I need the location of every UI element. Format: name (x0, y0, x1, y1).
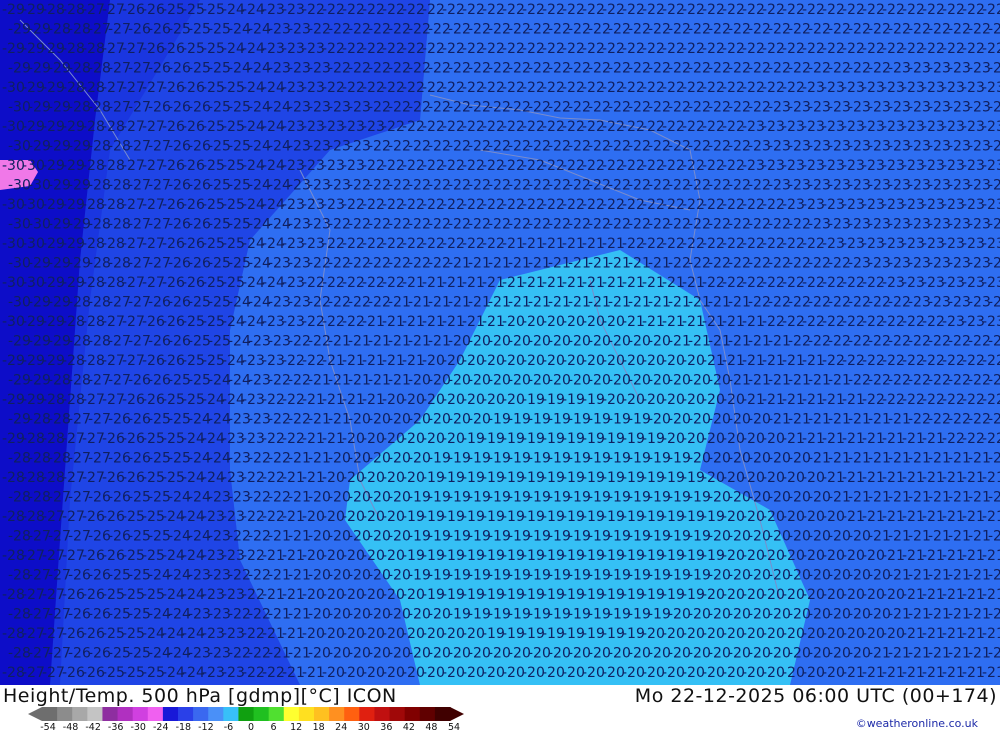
colorbar-tick-label: 48 (425, 722, 438, 733)
contour-label: -22 (988, 22, 1000, 38)
colorbar-tick-label: 12 (290, 722, 303, 733)
contour-label: -21 (982, 548, 1000, 564)
colorbar-tick-label: 30 (357, 722, 370, 733)
contour-label: -23 (982, 80, 1000, 96)
colorbar-tick-label: -18 (175, 722, 192, 733)
colorbar-tick-label: 24 (335, 722, 348, 733)
contour-label: -23 (988, 139, 1000, 155)
colorbar-swatch (162, 707, 179, 721)
colorbar-swatch (178, 707, 194, 721)
contour-label: -21 (988, 490, 1000, 506)
colorbar-swatch (42, 707, 58, 721)
colorbar-swatch (434, 707, 451, 721)
colorbar (28, 707, 464, 721)
colorbar-swatch (268, 707, 285, 721)
contour-label: -21 (988, 529, 1000, 545)
colorbar-swatch (283, 707, 300, 721)
colorbar-swatch (87, 707, 104, 721)
colorbar-tick-label: -54 (40, 722, 56, 733)
colorbar-tick-label: 54 (447, 722, 461, 733)
contour-label: -21 (988, 568, 1000, 584)
contour-label: -22 (988, 412, 1000, 428)
colorbar-swatch (238, 707, 255, 721)
contour-label: -22 (988, 373, 1000, 389)
map-timestamp: Mo 22-12-2025 06:00 UTC (00+174) (634, 685, 997, 707)
colorbar-tick-label: -24 (153, 722, 169, 733)
contour-label: -21 (982, 626, 1000, 642)
colorbar-tick-label: -6 (223, 722, 234, 733)
contour-label: -23 (988, 100, 1000, 116)
colorbar-swatch (374, 707, 391, 721)
colorbar-swatch (314, 707, 330, 721)
temperature-map: -29-29-28-28-27-27-26-26-25-25-25-24-24-… (0, 0, 1000, 685)
contour-label: -23 (982, 314, 1000, 330)
colorbar-tick-label: 6 (270, 722, 277, 733)
colorbar-left-arrow (28, 707, 42, 721)
colorbar-swatch (193, 707, 209, 721)
contour-label: -22 (982, 41, 1000, 57)
contour-label: -21 (982, 509, 1000, 525)
contour-label: -23 (988, 256, 1000, 272)
map-title: Height/Temp. 500 hPa [gdmp][°C] ICON (3, 685, 397, 707)
colorbar-tick-label: 18 (312, 722, 325, 733)
colorbar-swatch (389, 707, 406, 721)
contour-label: -23 (982, 158, 1000, 174)
colorbar-swatch (147, 707, 164, 721)
contour-label: -23 (988, 334, 1000, 350)
contour-label: -21 (982, 587, 1000, 603)
contour-label: -22 (982, 392, 1000, 408)
colorbar-swatch (419, 707, 436, 721)
colorbar-swatch (329, 707, 345, 721)
colorbar-tick-label: 42 (402, 722, 415, 733)
colorbar-swatch (344, 707, 360, 721)
colorbar-tick-label: -30 (130, 722, 146, 733)
map-footer: Height/Temp. 500 hPa [gdmp][°C] ICON Mo … (0, 685, 1000, 733)
colorbar-swatch (298, 707, 315, 721)
copyright: ©weatheronline.co.uk (855, 717, 978, 730)
contour-label: -22 (988, 451, 1000, 467)
colorbar-swatch (117, 707, 134, 721)
contour-label: -21 (982, 665, 1000, 681)
contour-labels: -29-29-28-28-27-27-26-26-25-25-25-24-24-… (2, 2, 1000, 681)
contour-label: -23 (982, 197, 1000, 213)
colorbar-tick-label: -36 (107, 722, 124, 733)
colorbar-tick-label: -12 (198, 722, 214, 733)
contour-label: -22 (982, 2, 1000, 18)
colorbar-swatch (132, 707, 149, 721)
colorbar-swatch (223, 707, 240, 721)
colorbar-right-arrow (450, 707, 464, 721)
colorbar-swatch (208, 707, 224, 721)
contour-label: -23 (988, 178, 1000, 194)
colorbar-labels: -54 -48 -42 -36 -30 -24 -18 -12 -6 0 6 12 18 24 30 36 42… (0, 722, 480, 733)
colorbar-tick-label: -42 (85, 722, 101, 733)
contour-label: -22 (982, 431, 1000, 447)
colorbar-swatch (404, 707, 421, 721)
contour-label: -21 (988, 646, 1000, 662)
contour-label: -23 (982, 275, 1000, 291)
colorbar-swatch (102, 707, 119, 721)
colorbar-tick-label: 36 (380, 722, 393, 733)
colorbar-swatch (72, 707, 88, 721)
contour-label: -21 (988, 607, 1000, 623)
contour-label: -23 (982, 119, 1000, 135)
colorbar-tick-label: 0 (247, 722, 255, 733)
colorbar-swatch (359, 707, 376, 721)
contour-label: -23 (988, 295, 1000, 311)
contour-label: -23 (982, 236, 1000, 252)
contour-label: -22 (982, 353, 1000, 369)
contour-label: -23 (988, 61, 1000, 77)
colorbar-swatch (57, 707, 73, 721)
contour-label: -21 (982, 470, 1000, 486)
colorbar-tick-label: -48 (62, 722, 79, 733)
colorbar-swatch (253, 707, 270, 721)
contour-label: -23 (988, 217, 1000, 233)
